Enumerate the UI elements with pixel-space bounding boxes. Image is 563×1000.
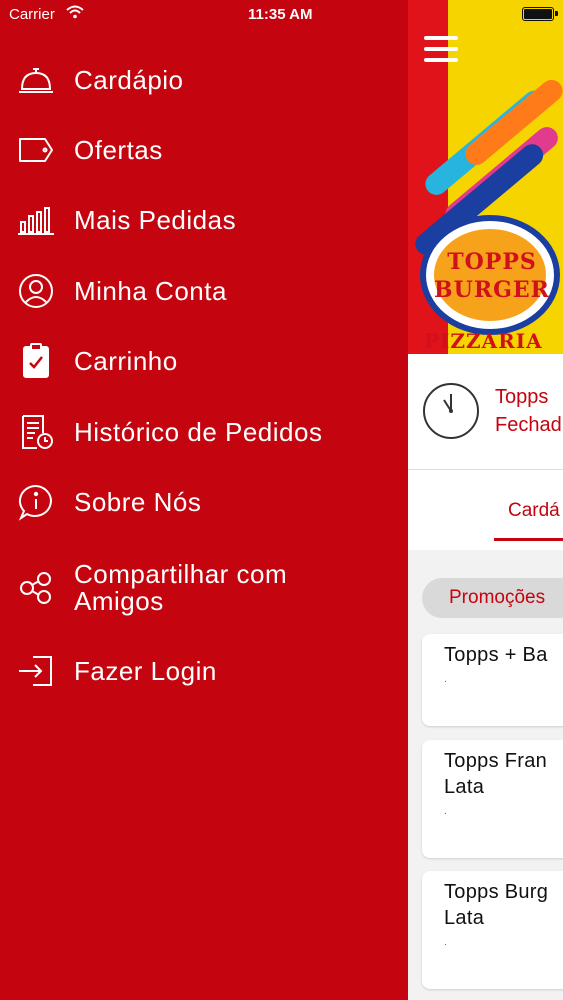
menu-item-label: Sobre Nós: [74, 486, 202, 517]
product-title: Topps Burg Lata: [444, 881, 549, 929]
tab-bar: Cardá: [408, 470, 563, 550]
menu-item-label: Carrinho: [74, 345, 178, 376]
clock-time: 11:35 AM: [248, 6, 313, 23]
status-bar: Carrier 11:35 AM: [0, 0, 563, 30]
menu-item-sobre-nos[interactable]: Sobre Nós: [0, 472, 408, 532]
receipt-clock-icon: [16, 412, 56, 452]
category-chip[interactable]: Promoções: [422, 578, 563, 618]
menu-item-ofertas[interactable]: Ofertas: [0, 120, 408, 180]
product-title: Topps + Ba: [444, 644, 548, 666]
main-content: TOPPS BURGER PIZZARIA Topps Fechad Cardá…: [408, 0, 563, 1000]
menu-item-mais-pedidas[interactable]: Mais Pedidas: [0, 190, 408, 250]
tab-cardapio[interactable]: Cardá: [508, 500, 560, 522]
menu-item-label: Ofertas: [74, 134, 163, 165]
menu-item-label: Mais Pedidas: [74, 204, 237, 235]
menu-item-historico[interactable]: Histórico de Pedidos: [0, 402, 408, 462]
product-card[interactable]: Topps + Ba .: [422, 634, 563, 726]
menu-item-label: Histórico de Pedidos: [74, 416, 323, 447]
menu-item-label: Compartilhar com Amigos: [74, 559, 288, 616]
product-description: .: [444, 806, 447, 817]
tab-indicator: [494, 538, 563, 541]
menu-item-label: Cardápio: [74, 64, 184, 95]
product-card[interactable]: Topps Fran Lata .: [422, 740, 563, 858]
product-description: .: [444, 937, 447, 948]
menu-item-label: Minha Conta: [74, 275, 227, 306]
menu-item-carrinho[interactable]: Carrinho: [0, 331, 408, 391]
menu-item-label: Fazer Login: [74, 655, 217, 686]
menu-item-fazer-login[interactable]: Fazer Login: [0, 641, 408, 701]
login-icon: [16, 651, 56, 691]
hamburger-icon[interactable]: [424, 36, 458, 66]
clipboard-check-icon: [16, 341, 56, 381]
share-nodes-icon: [16, 568, 56, 608]
logo-subtitle: PIZZARIA: [424, 329, 543, 353]
user-circle-icon: [16, 271, 56, 311]
bar-chart-icon: [16, 200, 56, 240]
clock-icon: [423, 383, 479, 439]
product-description: .: [444, 674, 447, 685]
navigation-drawer: Cardápio Ofertas Mais Pedidas Minha Cont…: [0, 0, 408, 1000]
store-banner: TOPPS BURGER PIZZARIA: [408, 0, 563, 354]
store-logo: TOPPS BURGER: [420, 215, 560, 335]
menu-item-minha-conta[interactable]: Minha Conta: [0, 261, 408, 321]
product-card[interactable]: Topps Burg Lata .: [422, 871, 563, 989]
store-info: Topps Fechad: [408, 354, 563, 470]
carrier-label: Carrier: [9, 6, 55, 23]
store-status: Fechad: [495, 414, 562, 436]
menu-item-cardapio[interactable]: Cardápio: [0, 50, 408, 110]
category-chip-label: Promoções: [449, 587, 546, 608]
battery-icon: [522, 7, 558, 21]
store-name: Topps: [495, 386, 549, 408]
info-bubble-icon: [16, 482, 56, 522]
product-title: Topps Fran Lata: [444, 750, 548, 798]
wifi-icon: [66, 5, 84, 23]
tag-icon: [16, 130, 56, 170]
service-bell-icon: [16, 60, 56, 100]
menu-item-compartilhar[interactable]: Compartilhar com Amigos: [0, 557, 408, 619]
